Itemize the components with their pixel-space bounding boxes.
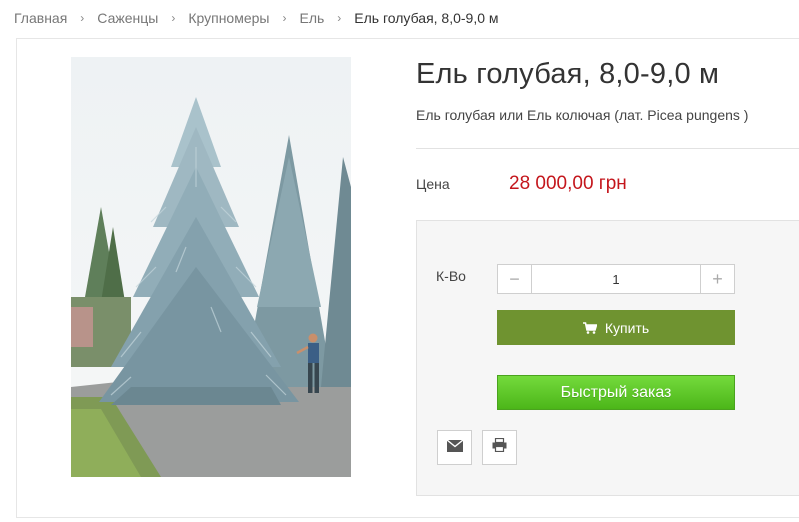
price-label: Цена bbox=[416, 176, 450, 192]
quantity-increase-button[interactable]: + bbox=[700, 265, 734, 293]
breadcrumb-home[interactable]: Главная bbox=[14, 10, 67, 26]
envelope-icon bbox=[446, 438, 463, 457]
breadcrumb-separator: › bbox=[337, 11, 342, 25]
breadcrumb: Главная › Саженцы › Крупномеры › Ель › Е… bbox=[14, 8, 499, 28]
breadcrumb-large-trees[interactable]: Крупномеры bbox=[188, 10, 269, 26]
quantity-label: К-Во bbox=[436, 268, 466, 284]
printer-icon bbox=[492, 437, 507, 457]
buy-button-label: Купить bbox=[604, 319, 650, 336]
shopping-cart-icon bbox=[582, 321, 597, 334]
buy-button[interactable]: Купить bbox=[497, 310, 735, 345]
breadcrumb-current: Ель голубая, 8,0-9,0 м bbox=[354, 10, 499, 26]
quantity-stepper: − + bbox=[497, 264, 735, 294]
quick-order-button[interactable]: Быстрый заказ bbox=[497, 375, 735, 410]
blue-spruce-photo bbox=[71, 57, 351, 477]
product-subtitle: Ель голубая или Ель колючая (лат. Picea … bbox=[416, 107, 749, 123]
email-button[interactable] bbox=[437, 430, 472, 465]
divider bbox=[416, 148, 799, 149]
breadcrumb-separator: › bbox=[80, 11, 85, 25]
breadcrumb-spruce[interactable]: Ель bbox=[299, 10, 324, 26]
product-image[interactable] bbox=[71, 57, 351, 477]
quantity-input[interactable] bbox=[532, 265, 700, 293]
product-title: Ель голубая, 8,0-9,0 м bbox=[416, 58, 720, 90]
breadcrumb-separator: › bbox=[282, 11, 287, 25]
quantity-decrease-button[interactable]: − bbox=[498, 265, 532, 293]
breadcrumb-separator: › bbox=[171, 11, 176, 25]
quick-order-label: Быстрый заказ bbox=[560, 383, 672, 401]
buy-box bbox=[416, 220, 799, 496]
breadcrumb-seedlings[interactable]: Саженцы bbox=[97, 10, 158, 26]
print-button[interactable] bbox=[482, 430, 517, 465]
price-value: 28 000,00 грн bbox=[509, 173, 627, 194]
